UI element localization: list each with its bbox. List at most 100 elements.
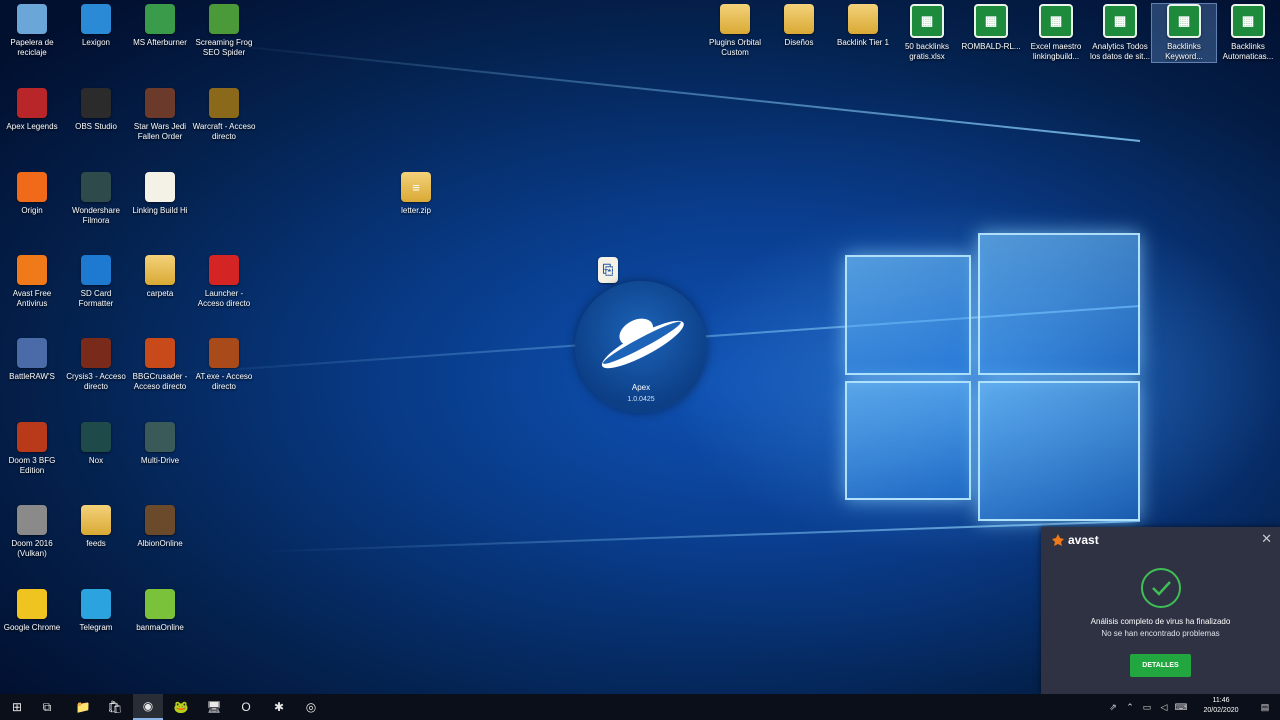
folder-icon	[81, 505, 111, 535]
network-icon[interactable]: ⇗	[1105, 694, 1121, 720]
close-button[interactable]: ✕	[1261, 531, 1272, 547]
spreadsheet-icon: ▦	[1167, 4, 1201, 38]
launcher-icon	[209, 255, 239, 285]
desktop-icon-label: Plugins Orbital Custom	[708, 38, 762, 57]
jedi-icon	[145, 88, 175, 118]
desktop-icon-label: Screaming Frog SEO Spider	[195, 38, 253, 57]
telegram-icon	[81, 589, 111, 619]
desktop-icon-label: OBS Studio	[75, 122, 117, 131]
chrome-icon	[17, 589, 47, 619]
keyboard-icon[interactable]: ⌨	[1173, 694, 1189, 720]
details-button[interactable]: DETALLES	[1130, 654, 1191, 677]
desktop-icon[interactable]: Lexigon	[64, 4, 128, 48]
spreadsheet-icon: ▦	[1039, 4, 1073, 38]
avast-brand: avast	[1068, 533, 1099, 547]
desktop-icon[interactable]: ▦ Backlinks Keyword...	[1151, 3, 1217, 63]
filmora-icon	[81, 172, 111, 202]
spreadsheet-icon: ▦	[1103, 4, 1137, 38]
desktop-icon[interactable]: MS Afterburner	[128, 4, 192, 48]
uploader-version: 1.0.0425	[627, 396, 655, 403]
desktop-icon[interactable]: Google Chrome	[0, 589, 64, 633]
desktop-icon[interactable]: BBGCrusader - Acceso directo	[128, 338, 192, 392]
folder-icon	[784, 4, 814, 34]
opera-taskbar[interactable]: O	[231, 694, 261, 720]
notifications-icon[interactable]: ▤	[1252, 694, 1278, 720]
doom2016-icon	[17, 505, 47, 535]
desktop-icon[interactable]: AlbionOnline	[128, 505, 192, 549]
desktop-icon[interactable]: Star Wars Jedi Fallen Order	[128, 88, 192, 142]
chrome-taskbar[interactable]: ◉	[133, 694, 163, 720]
desktop-icon[interactable]: Papelera de reciclaje	[0, 4, 64, 58]
desktop-icon[interactable]: ▦ Analytics Todos los datos de sit...	[1088, 4, 1152, 62]
nox-icon	[81, 422, 111, 452]
desktop-icon[interactable]: Screaming Frog SEO Spider	[192, 4, 256, 58]
logo-pane-bottom-left	[845, 381, 971, 500]
desktop-icon[interactable]: AT.exe - Acceso directo	[192, 338, 256, 392]
obs-icon	[81, 88, 111, 118]
desktop-icon[interactable]: Apex Legends	[0, 88, 64, 132]
desktop-icon-label: Warcraft - Acceso directo	[192, 122, 256, 141]
desktop-icon[interactable]: ▦ 50 backlinks gratis.xlsx	[895, 4, 959, 62]
desktop-icon-label: BattleRAW'S	[9, 372, 55, 381]
desktop-icon[interactable]: Avast Free Antivirus	[0, 255, 64, 309]
desktop-icon[interactable]: ▦ Backlinks Automaticas...	[1216, 4, 1280, 62]
desktop-icon[interactable]: Telegram	[64, 589, 128, 633]
obs-taskbar[interactable]: ◎	[296, 694, 326, 720]
origin-icon	[17, 172, 47, 202]
desktop-icon[interactable]: SD Card Formatter	[64, 255, 128, 309]
avast-taskbar[interactable]: ✱	[264, 694, 294, 720]
taskbar-clock[interactable]: 11:46 20/02/2020	[1196, 696, 1246, 716]
battery-icon[interactable]: ▭	[1139, 694, 1155, 720]
crusader-icon	[145, 338, 175, 368]
volume-icon[interactable]: ◁	[1156, 694, 1172, 720]
store-taskbar[interactable]: 🛍	[100, 694, 130, 720]
desktop-icon[interactable]: BattleRAW'S	[0, 338, 64, 382]
frog-icon	[209, 4, 239, 34]
light-beam	[205, 41, 1141, 142]
desktop-icon[interactable]: Diseños	[767, 4, 831, 48]
monitor-taskbar[interactable]: 🖥	[199, 694, 229, 720]
desktop-icon[interactable]: Multi-Drive	[128, 422, 192, 466]
avast-icon	[17, 255, 47, 285]
file-explorer-taskbar[interactable]: 📁	[68, 694, 98, 720]
desktop-icon-label: Wondershare Filmora	[72, 206, 120, 225]
task-view-button[interactable]: ⧉	[32, 694, 62, 720]
desktop-icon[interactable]: Plugins Orbital Custom	[703, 4, 767, 58]
desktop-icon-label: Star Wars Jedi Fallen Order	[133, 122, 187, 141]
desktop-icon-zip[interactable]: ≡ letter.zip	[384, 172, 448, 216]
doc-icon	[145, 172, 175, 202]
desktop-icon[interactable]: Origin	[0, 172, 64, 216]
desktop-icon-label: Telegram	[79, 623, 113, 632]
frog-taskbar[interactable]: 🐸	[166, 694, 196, 720]
desktop-icon[interactable]: Backlink Tier 1	[831, 4, 895, 48]
document-icon: ⎘	[598, 257, 618, 283]
chevron-up-icon[interactable]: ⌃	[1122, 694, 1138, 720]
desktop-icon[interactable]: carpeta	[128, 255, 192, 299]
desktop-icon[interactable]: Doom 2016 (Vulkan)	[0, 505, 64, 559]
recycle-bin-icon	[17, 4, 47, 34]
desktop[interactable]: Papelera de reciclaje Lexigon MS Afterburn…	[0, 0, 1280, 694]
desktop-icon[interactable]: Nox	[64, 422, 128, 466]
desktop-icon[interactable]: Doom 3 BFG Edition	[0, 422, 64, 476]
desktop-icon[interactable]: Launcher - Acceso directo	[192, 255, 256, 309]
apex-icon	[17, 88, 47, 118]
spreadsheet-icon: ▦	[1231, 4, 1265, 38]
desktop-icon-label: MS Afterburner	[133, 38, 187, 47]
desktop-icon[interactable]: ▦ Excel maestro linkingbuild...	[1024, 4, 1088, 62]
desktop-icon[interactable]: Linking Build Hi	[128, 172, 192, 216]
desktop-icon[interactable]: Wondershare Filmora	[64, 172, 128, 226]
uploader-widget[interactable]: Apex 1.0.0425	[575, 281, 707, 413]
desktop-icon-label: Nox	[88, 456, 104, 465]
clock-date: 20/02/2020	[1203, 707, 1239, 714]
desktop-icon[interactable]: feeds	[64, 505, 128, 549]
desktop-icon-label: Diseños	[784, 38, 814, 47]
dragged-file-icon[interactable]: ⎘	[576, 257, 640, 283]
desktop-icon-label: Launcher - Acceso directo	[197, 289, 251, 308]
desktop-icon[interactable]: banmaOnline	[128, 589, 192, 633]
desktop-icon[interactable]: Warcraft - Acceso directo	[192, 88, 256, 142]
start-button[interactable]: ⊞	[2, 694, 32, 720]
desktop-icon[interactable]: OBS Studio	[64, 88, 128, 132]
desktop-icon[interactable]: ▦ ROMBALD-RL...	[959, 4, 1023, 52]
desktop-icon-label: Avast Free Antivirus	[12, 289, 52, 308]
desktop-icon[interactable]: Crysis3 - Acceso directo	[64, 338, 128, 392]
